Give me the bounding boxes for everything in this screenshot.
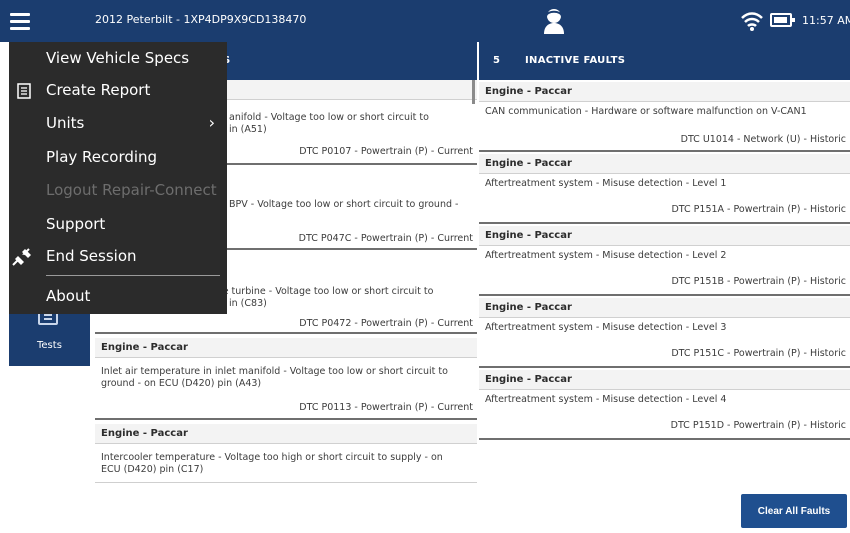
menu-item-play-recording[interactable]: Play Recording (9, 141, 227, 173)
fault-dtc: DTC P151A - Powertrain (P) - Historic (671, 204, 846, 215)
inactive-faults-panel: 5 INACTIVE FAULTS Engine - Paccar CAN co… (479, 42, 850, 533)
fault-description: BPV - Voltage too low or short circuit t… (229, 199, 459, 210)
fault-description: CAN communication - Hardware or software… (485, 106, 807, 117)
inactive-faults-title: INACTIVE FAULTS (525, 55, 626, 66)
unplug-icon (12, 248, 31, 266)
inactive-faults-header: 5 INACTIVE FAULTS (479, 42, 850, 80)
fault-description-line2: ground - on ECU (D420) pin (A43) (101, 378, 262, 389)
fault-system: Engine - Paccar (479, 370, 850, 390)
report-icon (17, 83, 31, 99)
fault-system: Engine - Paccar (479, 226, 850, 246)
list-item[interactable]: Engine - Paccar Aftertreatment system - … (479, 226, 850, 287)
clear-all-faults-button[interactable]: Clear All Faults (741, 494, 847, 528)
fault-dtc: DTC P0472 - Powertrain (P) - Current (299, 318, 473, 329)
vehicle-title: 2012 Peterbilt - 1XP4DP9X9CD138470 (95, 13, 307, 26)
divider (95, 418, 477, 420)
wifi-icon (741, 12, 763, 31)
fault-dtc: DTC P151D - Powertrain (P) - Historic (670, 420, 846, 431)
menu-item-support[interactable]: Support (9, 208, 227, 240)
fault-description: Aftertreatment system - Misuse detection… (485, 250, 727, 261)
list-item[interactable]: Engine - Paccar (95, 424, 477, 444)
main-menu-dropdown: View Vehicle Specs Create Report Units ›… (9, 42, 227, 314)
list-item[interactable]: Engine - Paccar Aftertreatment system - … (479, 298, 850, 359)
hamburger-icon (10, 12, 30, 16)
divider (479, 222, 850, 224)
clock: 11:57 AM (802, 14, 850, 27)
fault-description: Aftertreatment system - Misuse detection… (485, 178, 727, 189)
fault-description: Aftertreatment system - Misuse detection… (485, 394, 727, 405)
menu-divider (46, 275, 220, 276)
tests-label: Tests (37, 340, 62, 351)
fault-dtc: DTC P151B - Powertrain (P) - Historic (671, 276, 846, 287)
fault-dtc: DTC U1014 - Network (U) - Historic (680, 134, 846, 145)
fault-system: Engine - Paccar (95, 338, 477, 358)
inactive-faults-count: 5 (493, 55, 500, 66)
menu-item-units[interactable]: Units › (9, 107, 227, 139)
menu-item-view-vehicle-specs[interactable]: View Vehicle Specs (9, 42, 227, 74)
divider (95, 332, 477, 334)
fault-dtc: DTC P151C - Powertrain (P) - Historic (671, 348, 846, 359)
divider (479, 366, 850, 368)
fault-description-line2: ECU (D420) pin (C17) (101, 464, 204, 475)
menu-item-about[interactable]: About (9, 280, 227, 312)
fault-description-line2: in (C83) (229, 298, 267, 309)
battery-icon (770, 13, 795, 27)
fault-dtc: DTC P0113 - Powertrain (P) - Current (299, 402, 473, 413)
fault-description: Aftertreatment system - Misuse detection… (485, 322, 727, 333)
menu-item-create-report[interactable]: Create Report (9, 74, 227, 106)
list-item[interactable]: Engine - Paccar CAN communication - Hard… (479, 82, 850, 145)
fault-description-line2: in (A51) (229, 124, 267, 135)
list-item[interactable]: Engine - Paccar Aftertreatment system - … (479, 154, 850, 215)
menu-item-logout: Logout Repair-Connect (46, 181, 217, 199)
fault-dtc: DTC P0107 - Powertrain (P) - Current (299, 146, 473, 157)
fault-system: Engine - Paccar (479, 82, 850, 102)
top-bar: 2012 Peterbilt - 1XP4DP9X9CD138470 11:57… (0, 0, 850, 42)
fault-system: Engine - Paccar (95, 424, 477, 444)
menu-item-end-session[interactable]: End Session (9, 240, 227, 272)
scrollbar[interactable] (472, 80, 475, 104)
hamburger-menu-button[interactable] (0, 0, 40, 42)
fault-system: Engine - Paccar (479, 154, 850, 174)
divider (95, 482, 477, 483)
divider (479, 294, 850, 296)
app-window: 2012 Peterbilt - 1XP4DP9X9CD138470 11:57… (0, 0, 850, 533)
divider (479, 150, 850, 152)
fault-dtc: DTC P047C - Powertrain (P) - Current (298, 233, 473, 244)
agent-headset-icon[interactable] (540, 6, 568, 36)
fault-system: Engine - Paccar (479, 298, 850, 318)
chevron-right-icon: › (208, 113, 215, 132)
divider (479, 438, 850, 440)
list-item[interactable]: Engine - Paccar (95, 338, 477, 358)
list-item[interactable]: Engine - Paccar Aftertreatment system - … (479, 370, 850, 431)
